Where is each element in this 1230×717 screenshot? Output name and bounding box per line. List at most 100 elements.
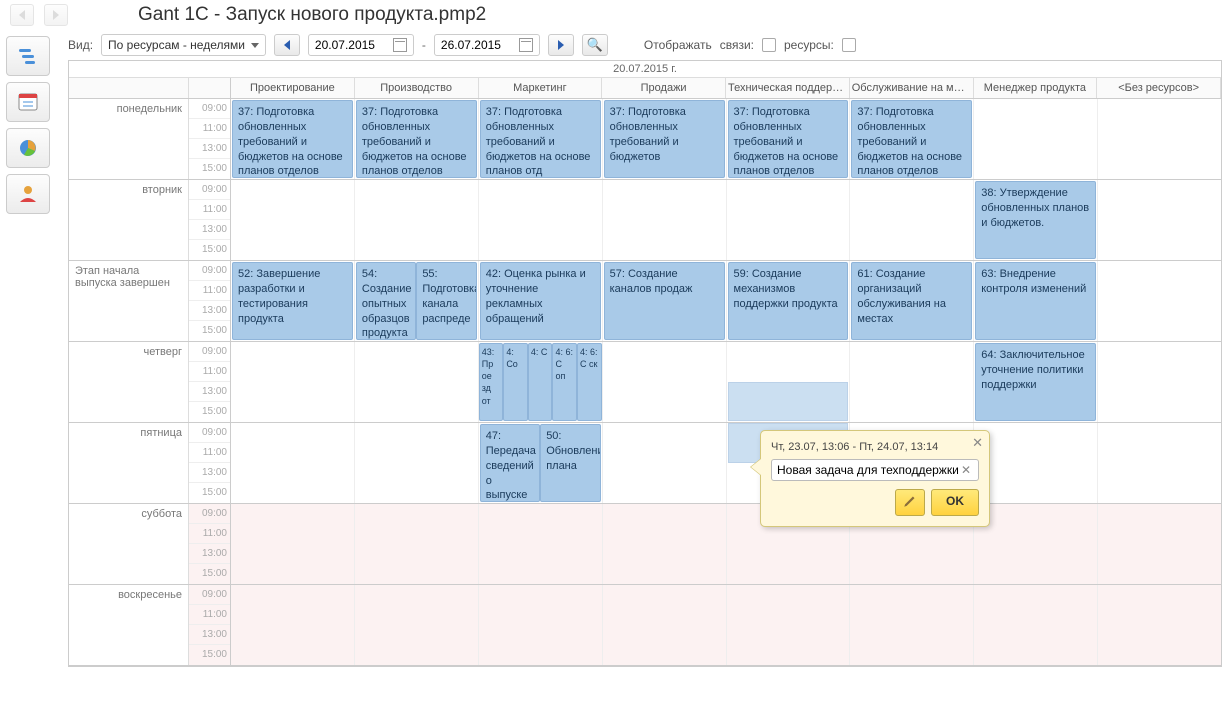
grid-cell[interactable] [727, 342, 851, 422]
zoom-button[interactable] [582, 34, 608, 56]
grid-cell[interactable] [355, 180, 479, 260]
task-block[interactable]: 61: Создание организаций обслуживания на… [851, 262, 972, 340]
grid-cell[interactable]: 37: Подготовка обновленных требований и … [850, 99, 974, 179]
task-block[interactable]: 42: Оценка рынка и уточнение рекламных о… [480, 262, 601, 340]
task-block[interactable]: 52: Завершение разработки и тестирования… [232, 262, 353, 340]
grid-cell[interactable]: 37: Подготовка обновленных требований и … [479, 99, 603, 179]
grid-cell[interactable] [727, 585, 851, 665]
grid-cell[interactable] [479, 180, 603, 260]
resources-checkbox[interactable] [842, 38, 856, 52]
side-calendar-button[interactable] [6, 82, 50, 122]
links-checkbox[interactable] [762, 38, 776, 52]
task-block[interactable]: 47: Передача сведений о выпуске прод [480, 424, 540, 502]
grid-cell[interactable] [603, 423, 727, 503]
grid-cell[interactable] [1098, 504, 1221, 584]
grid-cell[interactable]: 38: Утверждение обновленных планов и бюд… [974, 180, 1098, 260]
grid-cell[interactable] [355, 342, 479, 422]
grid-cell[interactable]: 52: Завершение разработки и тестирования… [231, 261, 355, 341]
task-block[interactable]: 4: 6: С ск [577, 343, 602, 421]
date-prev-button[interactable] [274, 34, 300, 56]
task-block[interactable]: 4: Со [503, 343, 528, 421]
task-block[interactable]: 55: Подготовка канала распреде [416, 262, 476, 340]
grid-cell[interactable] [231, 504, 355, 584]
grid-cell[interactable] [850, 585, 974, 665]
calendar-picker-icon[interactable] [519, 38, 533, 52]
date-from-input[interactable] [308, 34, 414, 56]
popup-edit-button[interactable] [895, 489, 925, 516]
grid-cell[interactable] [355, 423, 479, 503]
popup-ok-button[interactable]: OK [931, 489, 979, 516]
grid-cell[interactable] [974, 99, 1098, 179]
resource-header[interactable]: Производство [355, 78, 479, 98]
task-block[interactable]: 50: Обновление плана [540, 424, 600, 502]
grid-cell[interactable]: 63: Внедрение контроля изменений [974, 261, 1098, 341]
grid-cell[interactable]: 43: Пр ое зд от4: Со4: С4: 6: С оп4: 6: … [479, 342, 603, 422]
grid-cell[interactable]: 42: Оценка рынка и уточнение рекламных о… [479, 261, 603, 341]
task-block[interactable]: 37: Подготовка обновленных требований и … [728, 100, 849, 178]
task-block[interactable]: 64: Заключительное уточнение политики по… [975, 343, 1096, 421]
nav-forward-button[interactable] [44, 4, 68, 26]
grid-cell[interactable] [850, 342, 974, 422]
popup-close-button[interactable]: ✕ [972, 435, 983, 451]
new-task-name-input[interactable] [777, 463, 959, 477]
resource-header[interactable]: Маркетинг [479, 78, 603, 98]
grid-cell[interactable] [231, 423, 355, 503]
grid-cell[interactable] [355, 504, 479, 584]
date-to-input[interactable] [434, 34, 540, 56]
resource-header[interactable]: Обслуживание на местах [850, 78, 974, 98]
task-block[interactable]: 4: 6: С оп [552, 343, 577, 421]
task-block[interactable]: 4: С [528, 343, 553, 421]
grid-cell[interactable]: 47: Передача сведений о выпуске прод50: … [479, 423, 603, 503]
task-block[interactable]: 63: Внедрение контроля изменений [975, 262, 1096, 340]
grid-cell[interactable] [1098, 99, 1221, 179]
grid-cell[interactable] [355, 585, 479, 665]
resource-header[interactable]: <Без ресурсов> [1097, 78, 1221, 98]
grid-cell[interactable]: 37: Подготовка обновленных требований и … [727, 99, 851, 179]
grid-cell[interactable] [231, 585, 355, 665]
side-chart-button[interactable] [6, 128, 50, 168]
date-next-button[interactable] [548, 34, 574, 56]
grid-cell[interactable]: 37: Подготовка обновленных требований и … [355, 99, 479, 179]
side-user-button[interactable] [6, 174, 50, 214]
task-block[interactable]: 43: Пр ое зд от [479, 343, 504, 421]
grid-cell[interactable]: 64: Заключительное уточнение политики по… [974, 342, 1098, 422]
grid-cell[interactable] [974, 585, 1098, 665]
grid-cell[interactable] [1098, 180, 1221, 260]
task-block[interactable]: 59: Создание механизмов поддержки продук… [728, 262, 849, 340]
grid-cell[interactable] [231, 342, 355, 422]
grid-cell[interactable] [850, 180, 974, 260]
resource-header[interactable]: Менеджер продукта [974, 78, 1098, 98]
grid-cell[interactable] [231, 180, 355, 260]
grid-cell[interactable]: 37: Подготовка обновленных требований и … [603, 99, 727, 179]
task-block[interactable]: 38: Утверждение обновленных планов и бюд… [975, 181, 1096, 259]
grid-cell[interactable]: 61: Создание организаций обслуживания на… [850, 261, 974, 341]
nav-back-button[interactable] [10, 4, 34, 26]
grid-cell[interactable] [479, 585, 603, 665]
grid-cell[interactable] [479, 504, 603, 584]
resource-header[interactable]: Продажи [602, 78, 726, 98]
grid-cell[interactable] [1098, 261, 1221, 341]
grid-cell[interactable] [1098, 423, 1221, 503]
grid-cell[interactable]: 37: Подготовка обновленных требований и … [231, 99, 355, 179]
task-block[interactable]: 57: Создание каналов продаж [604, 262, 725, 340]
selection-block[interactable] [728, 382, 849, 421]
grid-cell[interactable] [603, 180, 727, 260]
view-select[interactable]: По ресурсам - неделями [101, 34, 266, 56]
grid-cell[interactable]: 54: Создание опытных образцов продукта55… [355, 261, 479, 341]
grid-cell[interactable] [1098, 585, 1221, 665]
grid-cell[interactable] [603, 342, 727, 422]
task-block[interactable]: 37: Подготовка обновленных требований и … [604, 100, 725, 178]
side-gantt-button[interactable] [6, 36, 50, 76]
task-block[interactable]: 37: Подготовка обновленных требований и … [480, 100, 601, 178]
grid-cell[interactable] [974, 504, 1098, 584]
task-block[interactable]: 37: Подготовка обновленных требований и … [232, 100, 353, 178]
calendar-picker-icon[interactable] [393, 38, 407, 52]
grid-cell[interactable]: 57: Создание каналов продаж [603, 261, 727, 341]
task-block[interactable]: 54: Создание опытных образцов продукта [356, 262, 416, 340]
task-block[interactable]: 37: Подготовка обновленных требований и … [356, 100, 477, 178]
date-to-field[interactable] [441, 38, 513, 52]
date-from-field[interactable] [315, 38, 387, 52]
resource-header[interactable]: Проектирование [231, 78, 355, 98]
grid-cell[interactable] [974, 423, 1098, 503]
grid-cell[interactable] [603, 504, 727, 584]
